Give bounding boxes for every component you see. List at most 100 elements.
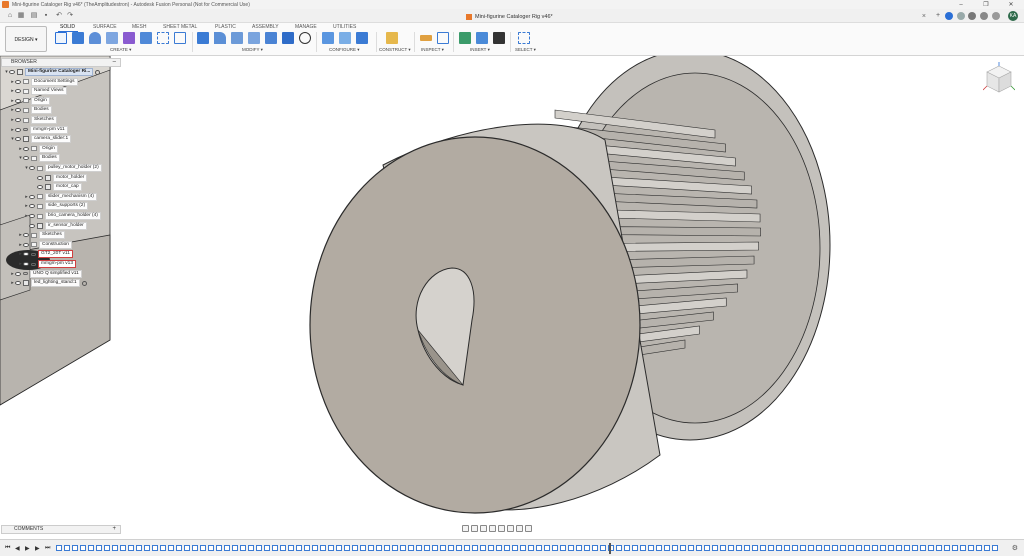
timeline-feature-icon[interactable] — [512, 545, 518, 551]
section-analysis-icon[interactable] — [437, 32, 449, 44]
timeline-feature-icon[interactable] — [424, 545, 430, 551]
tab-surface[interactable]: SURFACE — [93, 24, 117, 30]
tree-item[interactable]: ▾ Mini-figurine Cataloger Ri... — [4, 68, 101, 76]
visibility-eye-icon[interactable] — [15, 98, 21, 103]
tree-item[interactable]: ▸ Named Views — [10, 87, 67, 96]
timeline-feature-icon[interactable] — [768, 545, 774, 551]
split-body-icon[interactable] — [282, 32, 294, 44]
timeline-feature-icon[interactable] — [72, 545, 78, 551]
timeline-feature-icon[interactable] — [744, 545, 750, 551]
visibility-eye-icon[interactable] — [15, 281, 21, 286]
timeline-feature-icon[interactable] — [760, 545, 766, 551]
tab-assembly[interactable]: ASSEMBLY — [252, 24, 279, 30]
timeline-feature-icon[interactable] — [936, 545, 942, 551]
tree-item[interactable]: motor_cap — [32, 183, 82, 192]
visibility-eye-icon[interactable] — [23, 146, 29, 151]
tree-item[interactable]: ▸ side_supports (2) — [24, 202, 89, 211]
timeline-feature-icon[interactable] — [144, 545, 150, 551]
shell-icon[interactable] — [140, 32, 152, 44]
timeline-feature-icon[interactable] — [784, 545, 790, 551]
timeline-feature-icon[interactable] — [776, 545, 782, 551]
visibility-eye-icon[interactable] — [9, 70, 15, 74]
visibility-eye-icon[interactable] — [29, 194, 35, 199]
timeline-feature-icon[interactable] — [872, 545, 878, 551]
timeline-feature-icon[interactable] — [672, 545, 678, 551]
timeline-feature-icon[interactable] — [128, 545, 134, 551]
timeline-feature-icon[interactable] — [176, 545, 182, 551]
timeline-feature-icon[interactable] — [752, 545, 758, 551]
timeline-feature-icon[interactable] — [480, 545, 486, 551]
timeline-feature-icon[interactable] — [368, 545, 374, 551]
account-settings-icon[interactable] — [992, 12, 1000, 20]
timeline-feature-icon[interactable] — [736, 545, 742, 551]
tree-item[interactable]: ▸ Sketches — [10, 116, 57, 124]
zoom-icon[interactable] — [489, 525, 496, 532]
timeline-feature-icon[interactable] — [184, 545, 190, 551]
visibility-eye-icon[interactable] — [29, 223, 35, 228]
timeline-feature-icon[interactable] — [816, 545, 822, 551]
modify-menu[interactable]: MODIFY ▾ — [242, 47, 263, 53]
viewports-icon[interactable] — [525, 525, 532, 532]
select-icon[interactable] — [518, 32, 530, 44]
create-sketch-icon[interactable] — [55, 32, 67, 44]
timeline-feature-icon[interactable] — [320, 545, 326, 551]
tree-item[interactable]: ▸ Origin — [10, 96, 50, 105]
timeline-feature-icon[interactable] — [600, 545, 606, 551]
configure-menu[interactable]: CONFIGURE ▾ — [329, 47, 360, 53]
tree-item[interactable]: ▸ Origin — [18, 144, 58, 153]
chamfer-icon[interactable] — [231, 32, 243, 44]
timeline-feature-icon[interactable] — [848, 545, 854, 551]
timeline-feature-icon[interactable] — [168, 545, 174, 551]
timeline-feature-icon[interactable] — [808, 545, 814, 551]
timeline-feature-icon[interactable] — [640, 545, 646, 551]
visibility-eye-icon[interactable] — [23, 156, 29, 161]
visibility-eye-icon[interactable] — [29, 166, 35, 170]
timeline-feature-icon[interactable] — [456, 545, 462, 551]
timeline-feature-icon[interactable] — [896, 545, 902, 551]
redo-icon[interactable]: ↷ — [66, 12, 74, 20]
measure-icon[interactable] — [420, 35, 432, 41]
timeline-feature-icon[interactable] — [136, 545, 142, 551]
offset-plane-icon[interactable] — [386, 32, 398, 44]
visibility-eye-icon[interactable] — [37, 185, 43, 190]
timeline-feature-icon[interactable] — [464, 545, 470, 551]
step-back-icon[interactable]: ◀ — [15, 545, 20, 552]
timeline-feature-icon[interactable] — [344, 545, 350, 551]
visibility-eye-icon[interactable] — [15, 108, 21, 113]
tab-sheet-metal[interactable]: SHEET METAL — [163, 24, 197, 30]
insert-derive-icon[interactable] — [459, 32, 471, 44]
display-settings-icon[interactable] — [507, 525, 514, 532]
go-to-end-icon[interactable]: ⏭ — [45, 545, 50, 552]
timeline-feature-icon[interactable] — [560, 545, 566, 551]
timeline-feature-icon[interactable] — [800, 545, 806, 551]
timeline-feature-icon[interactable] — [832, 545, 838, 551]
tab-utilities[interactable]: UTILITIES — [333, 24, 356, 30]
timeline-feature-icon[interactable] — [616, 545, 622, 551]
timeline-feature-icon[interactable] — [160, 545, 166, 551]
extensions-icon[interactable] — [945, 12, 953, 20]
timeline-feature-icon[interactable] — [728, 545, 734, 551]
timeline-feature-icon[interactable] — [632, 545, 638, 551]
timeline-feature-icon[interactable] — [224, 545, 230, 551]
insert-canvas-icon[interactable] — [476, 32, 488, 44]
look-at-icon[interactable] — [471, 525, 478, 532]
browser-header[interactable]: BROWSER – — [1, 58, 121, 67]
avatar[interactable]: KA — [1008, 11, 1018, 21]
activate-radio-icon[interactable] — [95, 69, 101, 75]
visibility-eye-icon[interactable] — [23, 262, 29, 266]
inspect-menu[interactable]: INSPECT ▾ — [421, 47, 444, 53]
timeline-feature-icon[interactable] — [392, 545, 398, 551]
visibility-eye-icon[interactable] — [15, 127, 21, 132]
hole-icon[interactable] — [106, 32, 118, 44]
visibility-eye-icon[interactable] — [15, 79, 21, 84]
timeline-feature-icon[interactable] — [992, 545, 998, 551]
add-comment-button[interactable]: + — [112, 526, 116, 533]
timeline-feature-icon[interactable] — [88, 545, 94, 551]
tree-item[interactable]: ▾ camera_slider:1 — [10, 135, 72, 144]
timeline-feature-icon[interactable] — [544, 545, 550, 551]
configure-rule-icon[interactable] — [339, 32, 351, 44]
timeline-feature-icon[interactable] — [96, 545, 102, 551]
fit-icon[interactable] — [498, 525, 505, 532]
timeline-feature-icon[interactable] — [928, 545, 934, 551]
timeline-feature-icon[interactable] — [448, 545, 454, 551]
